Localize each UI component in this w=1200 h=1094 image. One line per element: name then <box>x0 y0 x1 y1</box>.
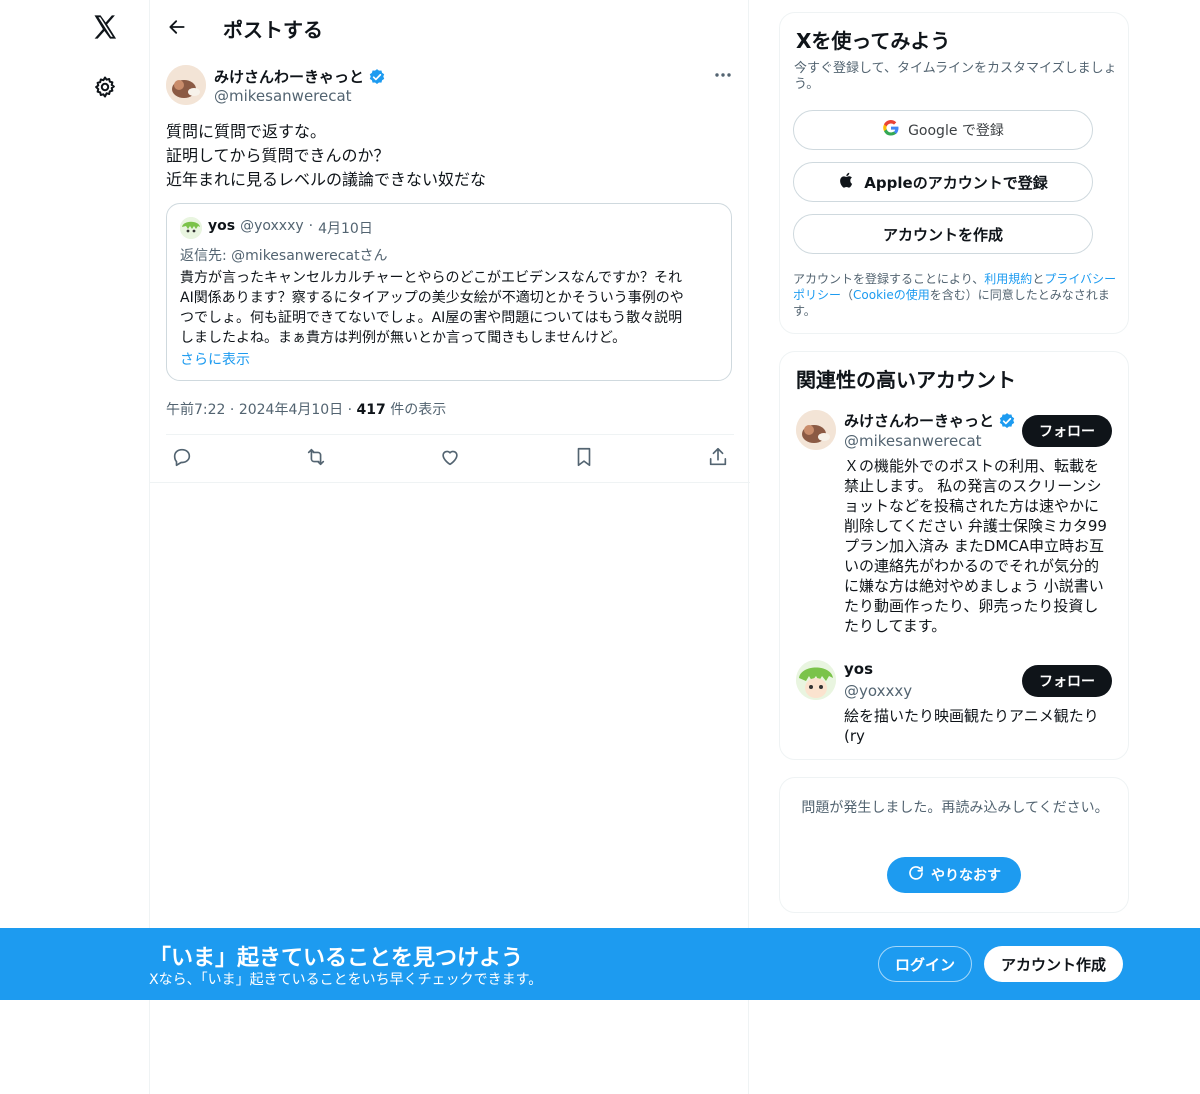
google-signup-label: Google で登録 <box>908 123 1004 139</box>
terms-pre: アカウントを登録することにより、 <box>793 272 985 286</box>
account-name-text: みけさんわーきゃっと <box>844 412 995 430</box>
refresh-icon <box>907 864 925 886</box>
verified-badge-icon <box>368 68 386 86</box>
like-icon[interactable] <box>439 446 461 468</box>
account-name: yos <box>844 660 873 678</box>
show-more-link[interactable]: さらに表示 <box>180 349 250 369</box>
author-name-text: みけさんわーきゃっと <box>214 68 365 86</box>
account-item[interactable]: みけさんわーきゃっと @mikesanwerecat フォロー Ｘの機能外でのポ… <box>796 410 1114 640</box>
follow-button[interactable]: フォロー <box>1022 415 1112 447</box>
signup-subtitle: 今すぐ登録して、タイムラインをカスタマイズしましょう。 <box>794 61 1117 92</box>
error-message: 問題が発生しました。再読み込みしてください。 <box>801 800 1109 816</box>
views-count: 417 <box>356 402 386 418</box>
related-title: 関連性の高いアカウント <box>796 368 1016 392</box>
share-icon[interactable] <box>707 446 729 468</box>
quoted-post[interactable]: yos @yoxxxy · 4月10日 返信先: @mikesanwerecat… <box>166 203 732 381</box>
quote-author-name: yos <box>208 218 236 234</box>
signup-card: Xを使ってみよう 今すぐ登録して、タイムラインをカスタマイズしましょう。 Goo… <box>779 12 1129 334</box>
author-name[interactable]: みけさんわーきゃっと <box>214 66 386 87</box>
views-label: 件の表示 <box>390 402 447 418</box>
apple-signup-button[interactable]: Appleのアカウントで登録 <box>793 162 1093 202</box>
avatar[interactable] <box>796 410 836 450</box>
quote-body-line: 貴方が言ったキャンセルカルチャーとやらのどこがエビデンスなんですか？それ <box>180 270 683 286</box>
retry-label: やりなおす <box>931 868 1001 884</box>
author-handle[interactable]: @mikesanwerecat <box>214 87 352 105</box>
follow-button[interactable]: フォロー <box>1022 665 1112 697</box>
bottom-bar-subtitle: Xなら、「いま」起きていることをいち早くチェックできます。 <box>149 972 543 988</box>
bio-line: プラン加入済み またDMCA申立時お互 <box>844 537 1104 555</box>
account-item[interactable]: yos @yoxxxy フォロー 絵を描いたり映画観たりアニメ観たり (ry <box>796 660 1114 750</box>
login-button[interactable]: ログイン <box>878 946 972 982</box>
verified-badge-icon <box>998 412 1016 430</box>
avatar[interactable] <box>166 65 206 105</box>
quote-body-line: つでしょ。何も証明できてないでしょ。AI屋の害や問題についてはもう散々説明 <box>180 310 683 326</box>
bio-line: に嫌な方は絶対やめましょう 小説書い <box>844 577 1104 595</box>
divider <box>150 482 750 483</box>
terms-text: アカウントを登録することにより、利用規約とプライバシーポリシー（Cookieの使… <box>793 271 1123 319</box>
bio-line: たり動画作ったり、卵売ったり投資し <box>844 597 1099 615</box>
quote-body: 貴方が言ったキャンセルカルチャーとやらのどこがエビデンスなんですか？それ AI関… <box>180 268 725 348</box>
terms-link[interactable]: 利用規約 <box>984 272 1032 286</box>
google-signup-button[interactable]: Google で登録 <box>793 110 1093 150</box>
repost-icon[interactable] <box>305 446 327 468</box>
related-accounts-card: 関連性の高いアカウント みけさんわーきゃっと @mikesanwerecat フ… <box>779 351 1129 760</box>
account-name-text: yos <box>844 660 874 678</box>
quote-body-line: AI関係あります？察するにタイアップの美少女絵が不適切とかそういう事例のや <box>180 290 684 306</box>
bottom-signup-bar: 「いま」起きていることを見つけよう Xなら、「いま」起きていることをいち早くチェ… <box>0 928 1200 1000</box>
account-name: みけさんわーきゃっと <box>844 410 1016 431</box>
terms-mid: （ <box>841 288 854 302</box>
x-logo-icon[interactable] <box>88 10 122 44</box>
gear-icon[interactable] <box>90 72 120 102</box>
signup-button[interactable]: アカウント作成 <box>984 946 1123 982</box>
quote-avatar <box>180 217 202 239</box>
retry-button[interactable]: やりなおす <box>887 857 1021 893</box>
google-icon <box>882 119 900 141</box>
account-bio: 絵を描いたり映画観たりアニメ観たり (ry <box>844 706 1106 746</box>
apple-signup-label: Appleのアカウントで登録 <box>864 173 1048 192</box>
bio-line: ョットなどを投稿された方は速やかに <box>844 497 1100 515</box>
quote-body-line: しましたよね。まぁ貴方は判例が無いとか言って聞きもしませんけど。 <box>180 330 627 346</box>
bio-line: 禁止します。 私の発言のスクリーンシ <box>844 477 1102 495</box>
arrow-left-icon[interactable] <box>164 14 190 40</box>
meta-separator: · <box>347 402 353 418</box>
post-text-line: 近年まれに見るレベルの議論できない奴だな <box>166 170 487 189</box>
bookmark-icon[interactable] <box>573 446 595 468</box>
cookie-link[interactable]: Cookieの使用 <box>853 288 930 302</box>
bio-line: たりしてます。 <box>844 617 947 635</box>
account-handle: @yoxxxy <box>844 682 913 700</box>
more-options-icon[interactable] <box>712 66 734 84</box>
account-bio: Ｘの機能外でのポストの利用、転載を 禁止します。 私の発言のスクリーンシ ョット… <box>844 456 1107 636</box>
create-account-button[interactable]: アカウントを作成 <box>793 214 1093 254</box>
quote-separator: · <box>308 218 314 234</box>
page-title: ポストする <box>223 18 323 42</box>
post-time[interactable]: 午前7:22 <box>166 402 225 418</box>
bio-line: Ｘの機能外でのポストの利用、転載を <box>844 457 1100 475</box>
account-handle: @mikesanwerecat <box>844 432 982 450</box>
reply-icon[interactable] <box>171 446 193 468</box>
signup-title: Xを使ってみよう <box>796 29 951 53</box>
divider <box>166 434 734 435</box>
quote-author-handle: @yoxxxy <box>240 218 304 234</box>
post-text-line: 証明してから質問できんのか？ <box>166 146 390 165</box>
bio-line: 削除してください 弁護士保険ミカタ99 <box>844 517 1107 535</box>
post-actions <box>166 446 734 470</box>
bio-line: いの連絡先がわかるのでそれが気分的 <box>844 557 1100 575</box>
create-account-label: アカウントを作成 <box>882 225 1003 244</box>
terms-and: と <box>1032 272 1045 286</box>
quote-reply-to: 返信先: @mikesanwerecatさん <box>180 248 388 264</box>
bio-line: (ry <box>844 727 865 745</box>
post-text: 質問に質問で返すな。 証明してから質問できんのか？ 近年まれに見るレベルの議論で… <box>166 120 736 192</box>
quote-date: 4月10日 <box>318 221 373 237</box>
avatar[interactable] <box>796 660 836 700</box>
quote-header: yos @yoxxxy · 4月10日 <box>208 218 373 238</box>
meta-separator: · <box>229 402 235 418</box>
error-card: 問題が発生しました。再読み込みしてください。 やりなおす <box>779 777 1129 913</box>
post-meta: 午前7:22 · 2024年4月10日 · 417 件の表示 <box>166 399 446 419</box>
bio-line: 絵を描いたり映画観たりアニメ観たり <box>844 707 1099 725</box>
bottom-bar-title: 「いま」起きていることを見つけよう <box>149 946 524 971</box>
post-text-line: 質問に質問で返すな。 <box>166 122 327 141</box>
page-header: ポストする <box>150 0 750 54</box>
post-date[interactable]: 2024年4月10日 <box>239 402 343 418</box>
apple-icon <box>838 171 856 193</box>
